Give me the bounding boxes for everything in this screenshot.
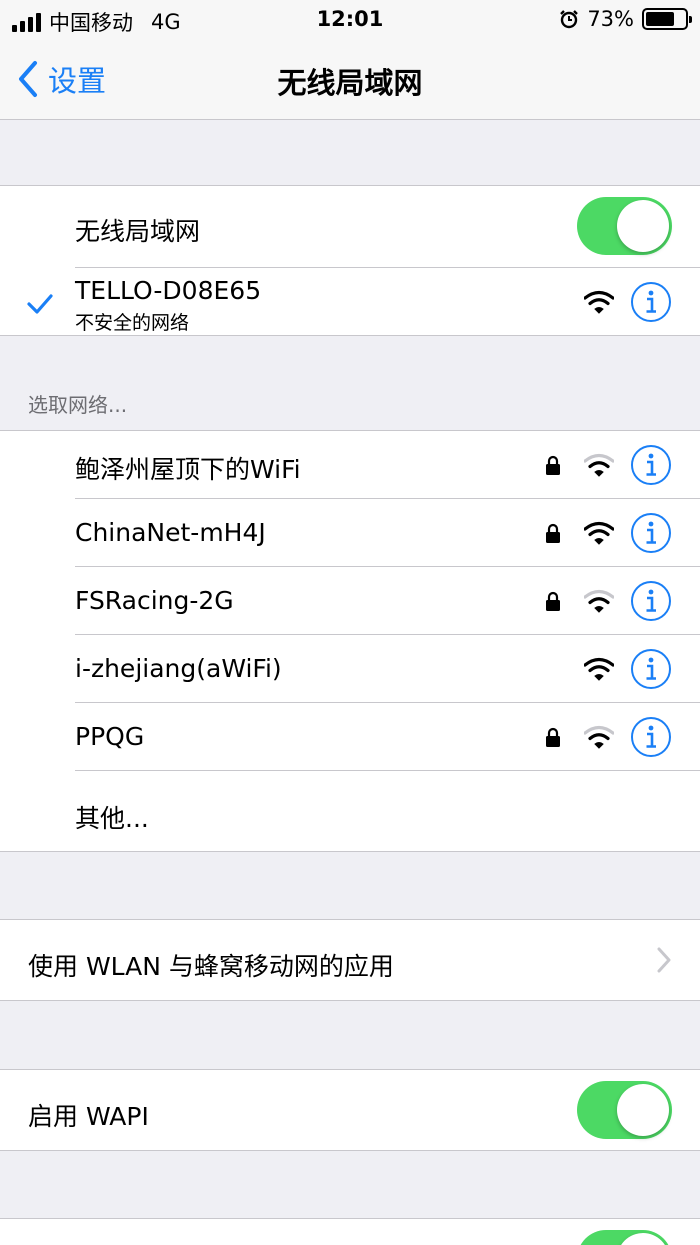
connected-network-row[interactable]: TELLO-D08E65 不安全的网络 [0,268,700,336]
wifi-icon [584,657,614,681]
lock-icon [546,591,560,611]
info-icon[interactable] [630,444,672,486]
wapi-group: 启用 WAPI [0,1069,700,1151]
toggle-knob [617,1233,669,1245]
wifi-icon [584,290,614,314]
network-row[interactable]: i-zhejiang(aWiFi) [0,635,700,703]
wlan-toggle-row: 无线局域网 [0,186,700,268]
lock-icon [546,727,560,747]
wapi-toggle[interactable] [577,1081,672,1139]
alarm-icon [560,10,579,29]
network-ssid: FSRacing-2G [75,586,234,615]
chevron-right-icon [657,947,671,973]
navigation-bar: 设置 无线局域网 [0,40,700,120]
info-icon[interactable] [630,716,672,758]
network-row[interactable]: PPQG [0,703,700,771]
partial-toggle[interactable] [577,1230,672,1245]
network-row[interactable]: FSRacing-2G [0,567,700,635]
info-icon[interactable] [630,648,672,690]
toggle-knob [617,200,669,252]
wapi-row: 启用 WAPI [0,1070,700,1150]
network-list: 鲍泽州屋顶下的WiFi ChinaNet-mH4J FSRacing-2G i-zhe… [0,430,700,852]
wifi-icon [584,521,614,545]
network-row[interactable]: 鲍泽州屋顶下的WiFi [0,431,700,499]
wifi-icon [584,453,614,477]
apps-wlan-cellular-row[interactable]: 使用 WLAN 与蜂窝移动网的应用 [0,920,700,1000]
network-ssid: PPQG [75,722,145,751]
section-header-choose-network: 选取网络... [28,393,128,417]
other-network-label: 其他... [75,804,149,833]
wapi-label: 启用 WAPI [28,1102,149,1131]
wlan-toggle-label: 无线局域网 [75,217,201,246]
checkmark-icon [27,294,53,314]
battery-percent: 73% [587,7,634,31]
info-icon[interactable] [630,512,672,554]
wifi-icon [584,589,614,613]
network-ssid: i-zhejiang(aWiFi) [75,654,282,683]
status-bar: 中国移动 4G 12:01 73% [0,0,700,40]
network-ssid: 鲍泽州屋顶下的WiFi [75,455,301,484]
battery-icon [642,8,692,30]
info-icon[interactable] [630,580,672,622]
page-title: 无线局域网 [277,66,423,100]
next-group-partial [0,1218,700,1245]
connected-ssid: TELLO-D08E65 [75,276,262,305]
network-ssid: ChinaNet-mH4J [75,518,266,547]
lock-icon [546,455,560,475]
other-network-row[interactable]: 其他... [0,771,700,851]
status-right: 73% [559,7,692,31]
wlan-group: 无线局域网 TELLO-D08E65 不安全的网络 [0,185,700,336]
apps-wlan-cellular-label: 使用 WLAN 与蜂窝移动网的应用 [28,952,394,981]
wlan-toggle[interactable] [577,197,672,255]
connected-subtitle: 不安全的网络 [75,312,190,334]
toggle-knob [617,1084,669,1136]
wifi-icon [584,725,614,749]
info-icon[interactable] [630,281,672,323]
lock-icon [546,523,560,543]
apps-group: 使用 WLAN 与蜂窝移动网的应用 [0,919,700,1001]
battery-fill [646,12,674,26]
network-row[interactable]: ChinaNet-mH4J [0,499,700,567]
